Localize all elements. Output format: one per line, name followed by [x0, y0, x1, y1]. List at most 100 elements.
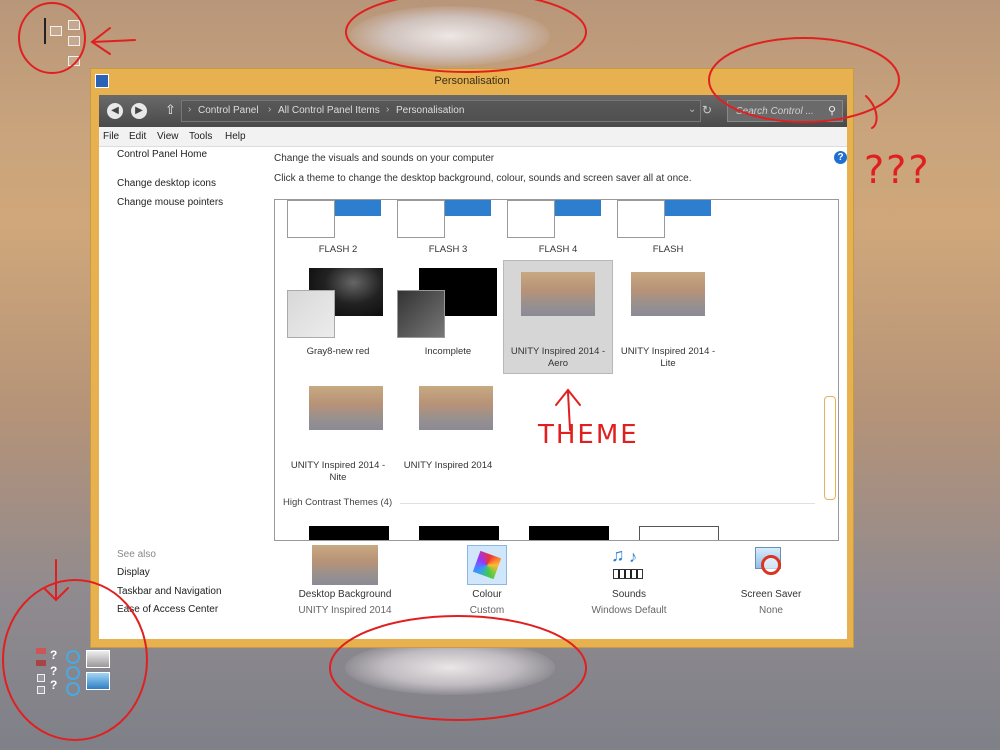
theme-tile-gray8-new-red[interactable]: Gray8-new red [283, 268, 393, 368]
colour-label: Colour [472, 589, 502, 600]
annotation-question-marks: ??? [864, 148, 931, 192]
theme-tile-incomplete[interactable]: Incomplete [393, 268, 503, 368]
question-icon: ? [50, 664, 58, 678]
sidebar-home-link[interactable]: Control Panel Home [117, 149, 207, 160]
small-square-icon [37, 674, 45, 682]
desktop-glitch-blob-bottom [345, 640, 555, 695]
high-contrast-theme-white[interactable] [639, 526, 719, 540]
colour-value: Custom [469, 605, 505, 616]
breadcrumb-control-panel[interactable]: Control Panel [198, 105, 259, 116]
theme-label: UNITY Inspired 2014 - Aero [510, 346, 606, 369]
panel-icon [86, 672, 110, 690]
theme-tile-flash-4[interactable]: FLASH 4 [503, 200, 613, 260]
back-button[interactable]: ◀ [107, 103, 123, 119]
see-also-title: See also [117, 549, 156, 560]
panel-icon [86, 650, 110, 668]
theme-label: UNITY Inspired 2014 - Lite [620, 346, 716, 369]
theme-tile-flash[interactable]: FLASH [613, 200, 723, 260]
search-icon[interactable]: ⚲ [828, 104, 836, 117]
chevron-right-icon: › [268, 104, 272, 115]
theme-tile-unity-nite[interactable]: UNITY Inspired 2014 - Nite [283, 382, 393, 483]
menu-view[interactable]: View [157, 131, 179, 142]
title-bar[interactable]: Personalisation [91, 69, 853, 95]
theme-tile-flash-3[interactable]: FLASH 3 [393, 200, 503, 260]
page-heading: Change the visuals and sounds on your co… [274, 153, 495, 164]
small-square-icon [37, 686, 45, 694]
menu-tools[interactable]: Tools [189, 131, 212, 142]
desktop-background-icon [312, 545, 378, 585]
theme-label: FLASH 2 [318, 244, 358, 255]
up-arrow-icon[interactable]: ⇧ [165, 102, 176, 118]
theme-label: FLASH 4 [538, 244, 578, 255]
desktop-background-value: UNITY Inspired 2014 [298, 605, 392, 616]
window-icon [68, 36, 80, 46]
section-divider [400, 503, 815, 504]
themes-list: FLASH 2 FLASH 3 FLASH 4 FLASH Gray8-new … [274, 199, 839, 541]
navigation-bar: ◀ ▶ ⇧ › Control Panel › All Control Pane… [99, 95, 847, 127]
search-placeholder: Search Control ... [736, 106, 814, 117]
theme-label: FLASH [652, 244, 684, 255]
menu-edit[interactable]: Edit [129, 131, 146, 142]
colour-palette-icon [467, 545, 507, 585]
screen-saver-icon [751, 545, 791, 585]
high-contrast-theme-3[interactable] [529, 526, 609, 540]
annotation-theme-label: THEME [538, 420, 639, 450]
high-contrast-theme-2[interactable] [419, 526, 499, 540]
personalisation-window: Personalisation ◀ ▶ ⇧ › Control Panel › … [90, 68, 854, 648]
refresh-icon[interactable]: ↻ [702, 103, 712, 117]
screen-saver-label: Screen Saver [740, 589, 802, 600]
desktop-background-item[interactable]: Desktop Background UNITY Inspired 2014 [275, 545, 415, 635]
ring-icon [66, 650, 80, 664]
chevron-right-icon: › [188, 104, 192, 115]
theme-label: UNITY Inspired 2014 [403, 460, 493, 471]
content-area: Control Panel Home Change desktop icons … [99, 147, 847, 639]
sounds-item[interactable]: ♫ ♪ Sounds Windows Default [559, 545, 699, 635]
breadcrumb-all-items[interactable]: All Control Panel Items [278, 105, 380, 116]
window-icon [68, 20, 80, 30]
annotation-hook [865, 95, 878, 129]
theme-label: Gray8-new red [306, 346, 370, 357]
music-notes-icon: ♫ ♪ [607, 545, 651, 585]
sidebar-change-mouse-pointers[interactable]: Change mouse pointers [117, 197, 223, 208]
desktop-icon-cluster-top[interactable] [44, 16, 84, 70]
see-also-taskbar[interactable]: Taskbar and Navigation [117, 586, 222, 597]
high-contrast-section-title: High Contrast Themes (4) [283, 497, 393, 508]
see-also-display[interactable]: Display [117, 567, 150, 578]
sidebar-change-desktop-icons[interactable]: Change desktop icons [117, 178, 216, 189]
annotation-arrow-top-left [90, 27, 136, 55]
menu-help[interactable]: Help [225, 131, 246, 142]
desktop-icon-cluster-bottom[interactable]: ? ? ? [34, 648, 114, 700]
ring-icon [66, 666, 80, 680]
help-icon[interactable]: ? [834, 151, 847, 164]
window-title: Personalisation [434, 75, 510, 87]
menu-bar: File Edit View Tools Help [99, 127, 847, 147]
question-icon: ? [50, 678, 58, 692]
sounds-label: Sounds [612, 589, 646, 600]
screen-saver-item[interactable]: Screen Saver None [701, 545, 841, 635]
breadcrumb-personalisation[interactable]: Personalisation [396, 105, 464, 116]
see-also-ease-of-access[interactable]: Ease of Access Center [117, 604, 218, 615]
search-input[interactable]: Search Control ... ⚲ [727, 100, 843, 122]
annotation-arrow-bottom-left [43, 559, 69, 602]
theme-tile-unity-2014[interactable]: UNITY Inspired 2014 [393, 382, 503, 482]
chevron-down-icon[interactable]: ⌄ [688, 104, 696, 115]
theme-tile-flash-2[interactable]: FLASH 2 [283, 200, 393, 260]
theme-tile-unity-lite[interactable]: UNITY Inspired 2014 - Lite [613, 268, 723, 369]
theme-label: UNITY Inspired 2014 - Nite [290, 460, 386, 483]
theme-tile-unity-aero[interactable]: UNITY Inspired 2014 - Aero [503, 268, 613, 369]
window-icon [68, 56, 80, 66]
theme-label: Incomplete [424, 346, 472, 357]
address-bar[interactable]: › Control Panel › All Control Panel Item… [181, 100, 701, 122]
sounds-value: Windows Default [591, 605, 667, 616]
menu-file[interactable]: File [103, 131, 119, 142]
screen-saver-value: None [759, 605, 783, 616]
desktop-background-label: Desktop Background [298, 589, 392, 600]
high-contrast-theme-1[interactable] [309, 526, 389, 540]
colour-item[interactable]: Colour Custom [417, 545, 557, 635]
forward-button[interactable]: ▶ [131, 103, 147, 119]
theme-label: FLASH 3 [428, 244, 468, 255]
page-subheading: Click a theme to change the desktop back… [274, 173, 692, 184]
chevron-right-icon: › [386, 104, 390, 115]
themes-scrollbar[interactable] [824, 396, 836, 500]
desktop-glitch-blob-top [350, 6, 550, 66]
